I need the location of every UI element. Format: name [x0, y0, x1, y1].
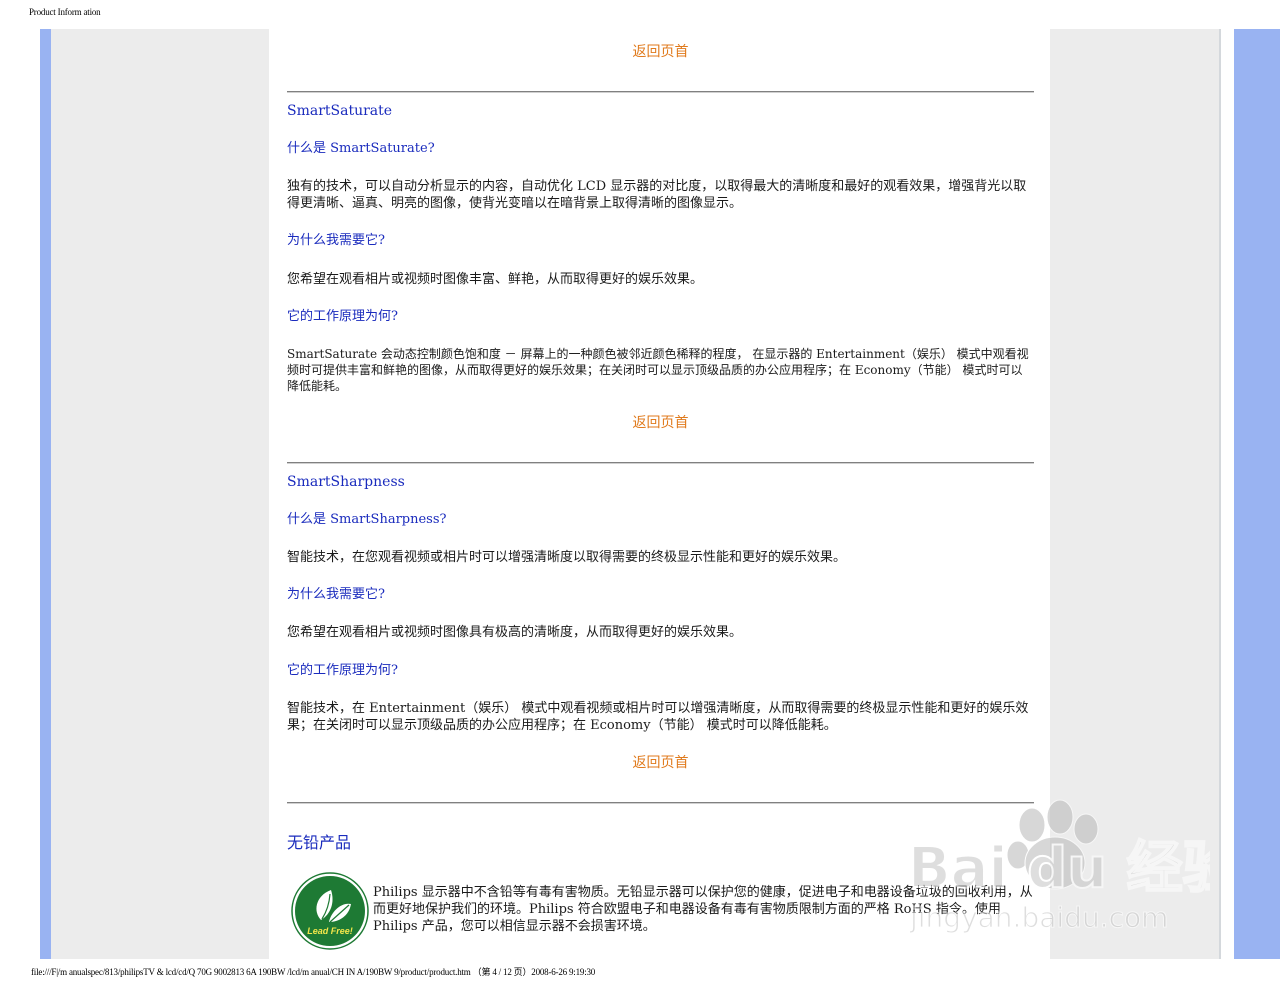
smartsaturate-how-text: SmartSaturate 会动态控制颜色饱和度 － 屏幕上的一种颜色被邻近颜色… — [287, 347, 1029, 393]
baidu-watermark: Bai du 经验 jingyan.baidu.com — [907, 799, 1210, 935]
smartsaturate-what-heading: 什么是 SmartSaturate? — [287, 141, 435, 156]
section-divider — [287, 462, 1034, 464]
smartsharpness-how-heading: 它的工作原理为何? — [287, 663, 398, 678]
back-to-top-link[interactable]: 返回页首 — [287, 414, 1034, 432]
smartsaturate-why-text: 您希望在观看相片或视频时图像丰富、鲜艳，从而取得更好的娱乐效果。 — [287, 272, 704, 287]
smartsaturate-title: SmartSaturate — [287, 103, 393, 119]
right-blue-stripe — [1234, 29, 1280, 959]
smartsharpness-title: SmartSharpness — [287, 474, 405, 490]
lead-free-logo: Lead Free! — [291, 872, 369, 950]
left-blue-stripe — [40, 29, 51, 959]
section-divider — [287, 91, 1034, 93]
print-footer: file:///F|/m anualspec/813/philipsTV & l… — [31, 967, 596, 977]
smartsaturate-why-heading: 为什么我需要它? — [287, 233, 385, 248]
left-side-panel — [51, 29, 269, 959]
watermark-brand: Bai du 经验 — [908, 836, 1210, 901]
leadfree-title: 无铅产品 — [287, 833, 352, 852]
back-to-top-link[interactable]: 返回页首 — [287, 754, 1034, 772]
smartsaturate-how-heading: 它的工作原理为何? — [287, 309, 398, 324]
right-panel-divider — [1219, 29, 1221, 959]
smartsharpness-what-heading: 什么是 SmartSharpness? — [287, 512, 447, 527]
lead-free-logo-text: Lead Free! — [307, 926, 353, 936]
watermark-url: jingyan.baidu.com — [909, 901, 1168, 934]
smartsharpness-what-text: 智能技术，在您观看视频或相片时可以增强清晰度以取得需要的终极显示性能和更好的娱乐… — [287, 550, 847, 565]
print-header: Product Inform ation — [29, 7, 101, 17]
smartsharpness-how-text: 智能技术，在 Entertainment（娱乐） 模式中观看视频或相片时可以增强… — [287, 701, 1029, 733]
smartsharpness-why-text: 您希望在观看相片或视频时图像具有极高的清晰度，从而取得更好的娱乐效果。 — [287, 625, 743, 640]
smartsharpness-why-heading: 为什么我需要它? — [287, 587, 385, 602]
smartsaturate-what-text: 独有的技术，可以自动分析显示的内容，自动优化 LCD 显示器的对比度，以取得最大… — [287, 179, 1027, 211]
back-to-top-link[interactable]: 返回页首 — [287, 43, 1034, 61]
